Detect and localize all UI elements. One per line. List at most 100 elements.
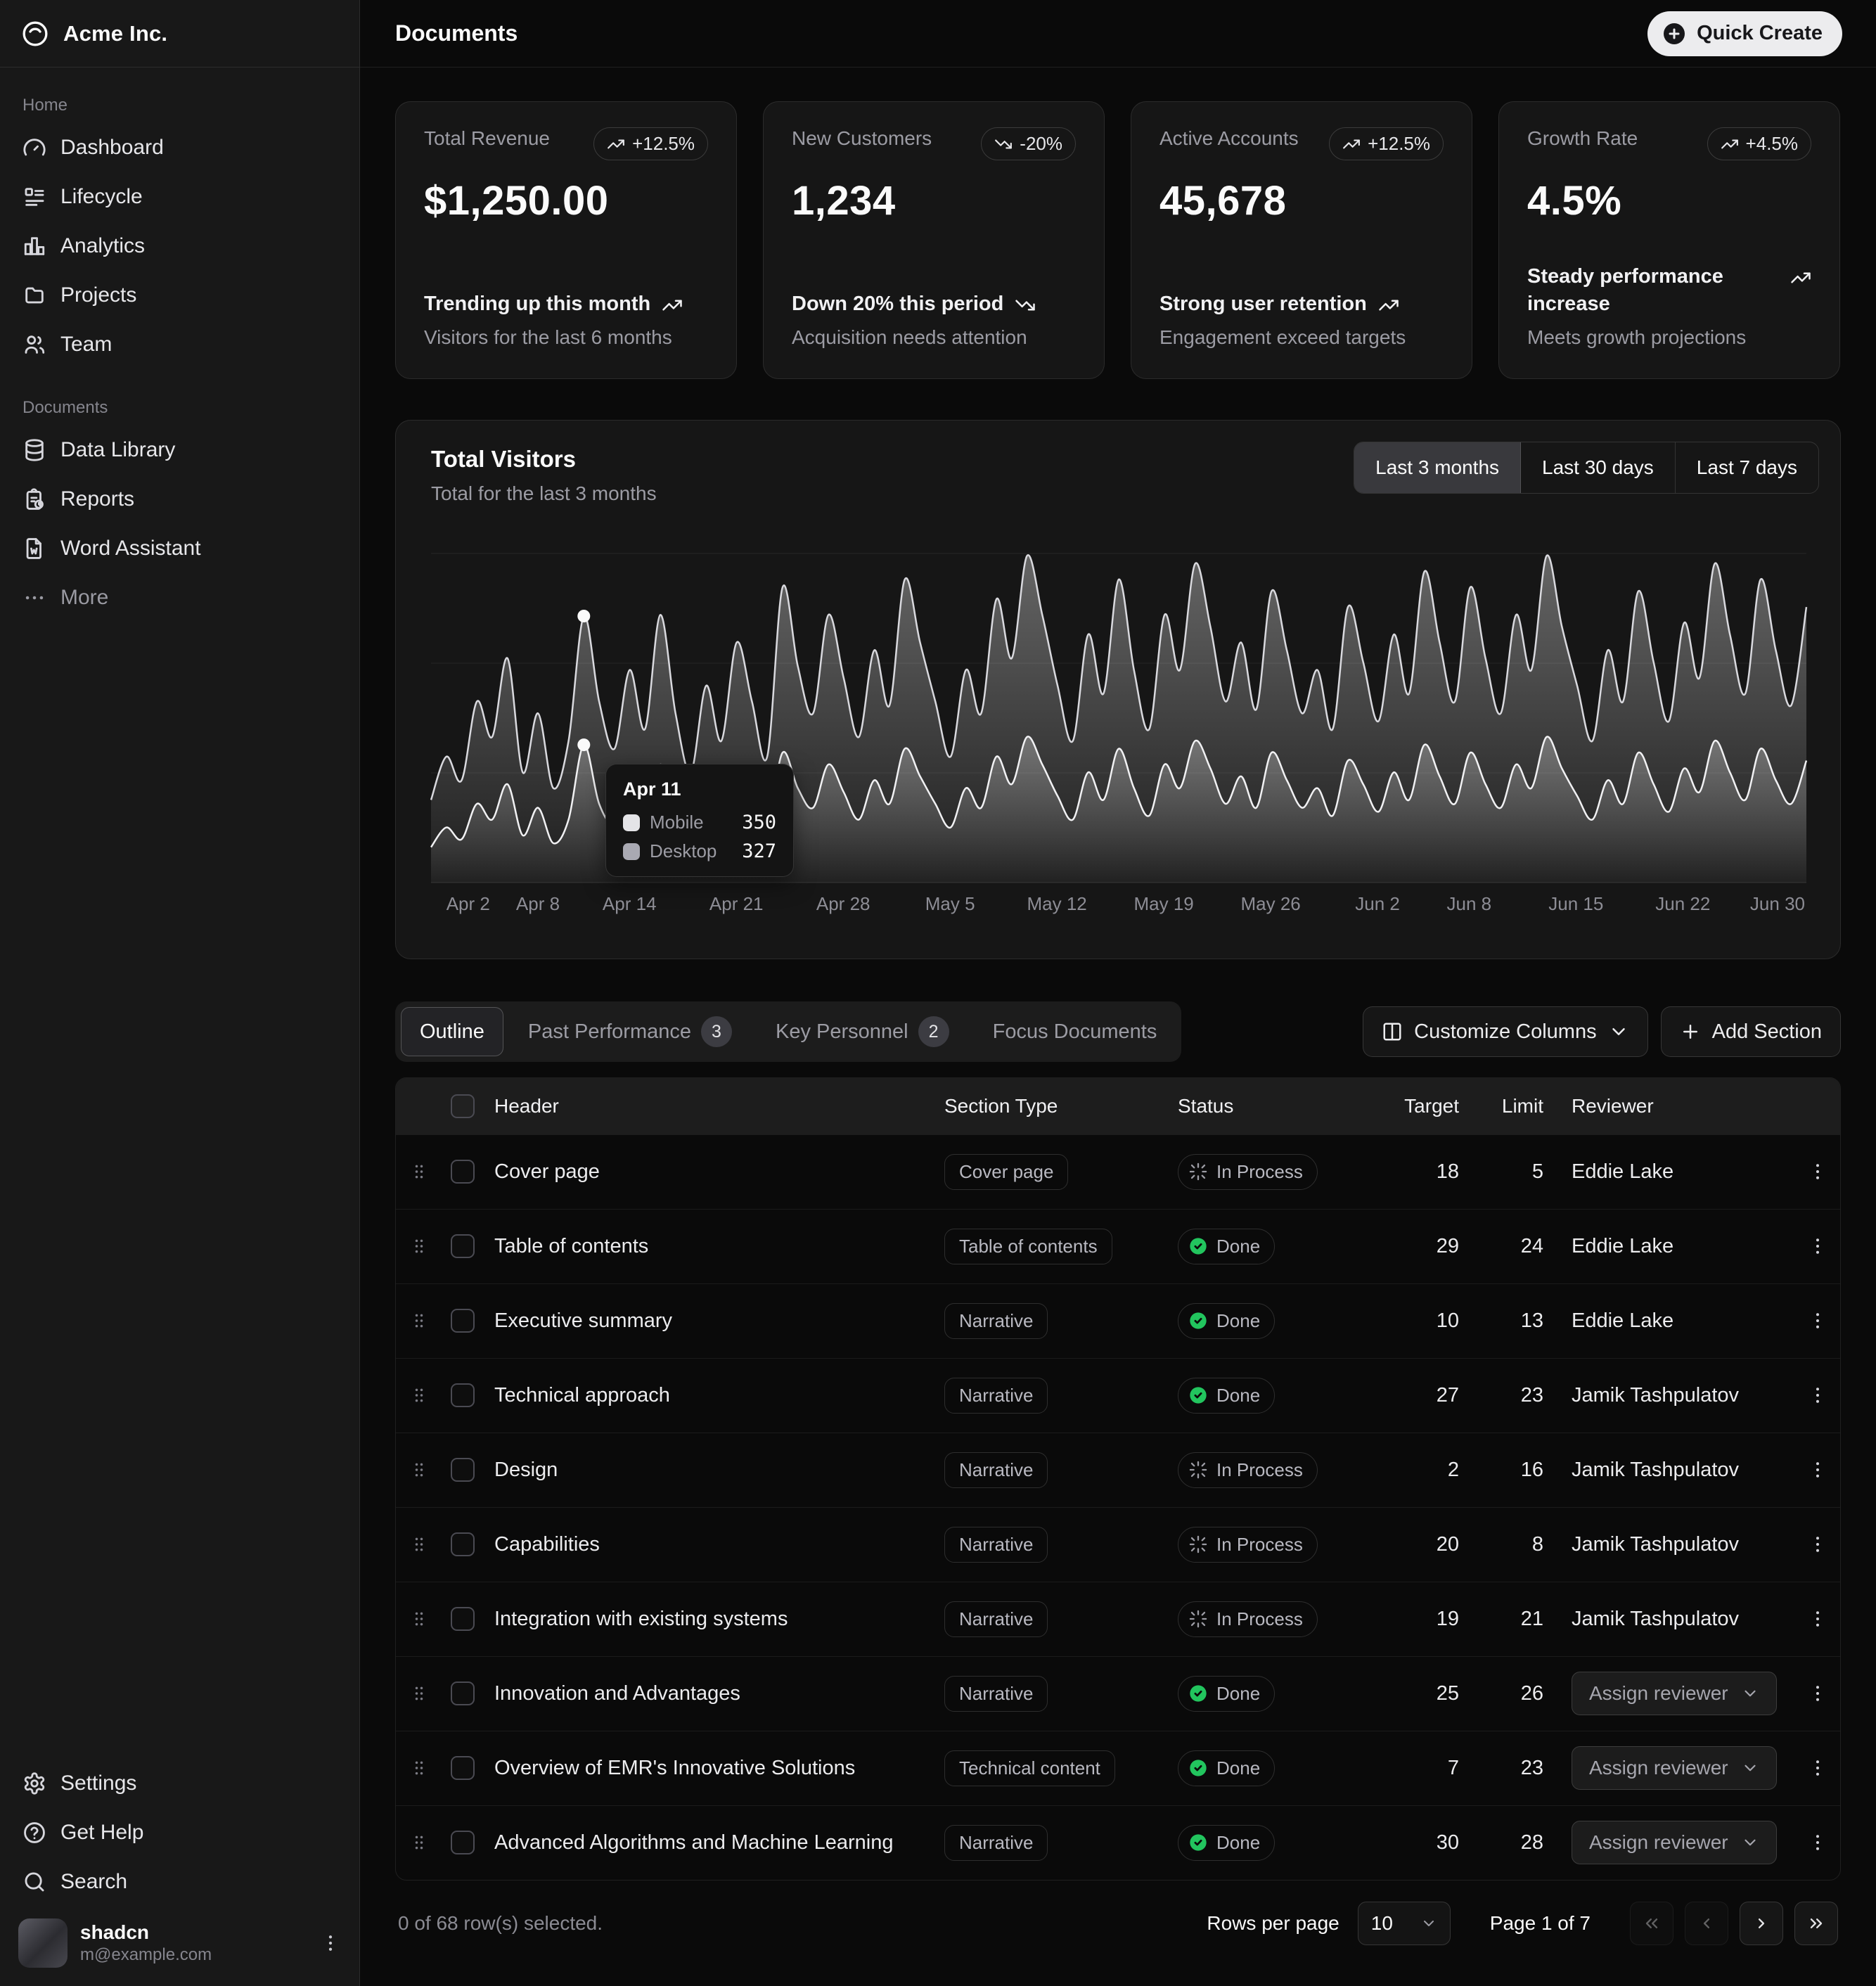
row-header[interactable]: Cover page xyxy=(486,1134,936,1209)
range-last-7-days[interactable]: Last 7 days xyxy=(1676,442,1818,493)
drag-handle-icon[interactable] xyxy=(409,1385,429,1405)
row-menu-icon[interactable] xyxy=(1807,1236,1828,1257)
drag-handle-icon[interactable] xyxy=(409,1311,429,1331)
row-menu-icon[interactable] xyxy=(1807,1683,1828,1704)
table-row[interactable]: Integration with existing systems Narrat… xyxy=(396,1582,1840,1656)
prev-page-button[interactable] xyxy=(1685,1902,1728,1945)
sidebar-item-dashboard[interactable]: Dashboard xyxy=(11,125,348,170)
limit-value[interactable]: 23 xyxy=(1479,1731,1563,1805)
row-menu-icon[interactable] xyxy=(1807,1310,1828,1331)
tab-outline[interactable]: Outline xyxy=(401,1007,503,1056)
area-chart[interactable]: Apr 11 Mobile 350 Desktop 327 xyxy=(431,540,1805,883)
assign-reviewer-select[interactable]: Assign reviewer xyxy=(1572,1672,1777,1715)
sidebar-item-analytics[interactable]: Analytics xyxy=(11,224,348,269)
limit-value[interactable]: 21 xyxy=(1479,1582,1563,1656)
table-row[interactable]: Innovation and Advantages Narrative Done… xyxy=(396,1656,1840,1731)
row-header[interactable]: Technical approach xyxy=(486,1358,936,1433)
target-value[interactable]: 10 xyxy=(1373,1283,1479,1358)
table-row[interactable]: Cover page Cover page In Process 18 5 Ed… xyxy=(396,1134,1840,1209)
drag-handle-icon[interactable] xyxy=(409,1758,429,1778)
tab-focus-documents[interactable]: Focus Documents xyxy=(974,1007,1176,1056)
target-value[interactable]: 25 xyxy=(1373,1656,1479,1731)
limit-value[interactable]: 24 xyxy=(1479,1209,1563,1283)
drag-handle-icon[interactable] xyxy=(409,1236,429,1256)
row-header[interactable]: Design xyxy=(486,1433,936,1507)
drag-handle-icon[interactable] xyxy=(409,1684,429,1703)
sidebar-item-projects[interactable]: Projects xyxy=(11,273,348,318)
row-checkbox[interactable] xyxy=(451,1756,475,1780)
row-menu-icon[interactable] xyxy=(1807,1832,1828,1853)
row-checkbox[interactable] xyxy=(451,1309,475,1333)
row-checkbox[interactable] xyxy=(451,1383,475,1407)
sidebar-item-search[interactable]: Search xyxy=(11,1859,348,1904)
sidebar-item-data-library[interactable]: Data Library xyxy=(11,428,348,473)
row-header[interactable]: Executive summary xyxy=(486,1283,936,1358)
limit-value[interactable]: 28 xyxy=(1479,1805,1563,1880)
sidebar-item-team[interactable]: Team xyxy=(11,322,348,367)
user-menu[interactable]: shadcn m@example.com xyxy=(11,1909,348,1973)
row-checkbox[interactable] xyxy=(451,1234,475,1258)
tab-past-performance[interactable]: Past Performance3 xyxy=(509,1007,751,1056)
row-menu-icon[interactable] xyxy=(1807,1385,1828,1406)
sidebar-item-more[interactable]: More xyxy=(11,575,348,620)
row-header[interactable]: Table of contents xyxy=(486,1209,936,1283)
drag-handle-icon[interactable] xyxy=(409,1535,429,1554)
target-value[interactable]: 27 xyxy=(1373,1358,1479,1433)
limit-value[interactable]: 16 xyxy=(1479,1433,1563,1507)
sidebar-item-word-assistant[interactable]: Word Assistant xyxy=(11,526,348,571)
tab-key-personnel[interactable]: Key Personnel2 xyxy=(757,1007,968,1056)
target-value[interactable]: 7 xyxy=(1373,1731,1479,1805)
row-checkbox[interactable] xyxy=(451,1831,475,1854)
row-menu-icon[interactable] xyxy=(1807,1459,1828,1480)
target-value[interactable]: 18 xyxy=(1373,1134,1479,1209)
target-value[interactable]: 2 xyxy=(1373,1433,1479,1507)
drag-handle-icon[interactable] xyxy=(409,1833,429,1852)
row-checkbox[interactable] xyxy=(451,1532,475,1556)
row-header[interactable]: Innovation and Advantages xyxy=(486,1656,936,1731)
add-section-button[interactable]: Add Section xyxy=(1661,1006,1841,1057)
table-row[interactable]: Technical approach Narrative Done 27 23 … xyxy=(396,1358,1840,1433)
row-header[interactable]: Integration with existing systems xyxy=(486,1582,936,1656)
row-checkbox[interactable] xyxy=(451,1681,475,1705)
drag-handle-icon[interactable] xyxy=(409,1460,429,1480)
sidebar-item-settings[interactable]: Settings xyxy=(11,1761,348,1806)
row-checkbox[interactable] xyxy=(451,1458,475,1482)
table-row[interactable]: Capabilities Narrative In Process 20 8 J… xyxy=(396,1507,1840,1582)
drag-handle-icon[interactable] xyxy=(409,1162,429,1181)
sidebar-item-reports[interactable]: Reports xyxy=(11,477,348,522)
quick-create-button[interactable]: Quick Create xyxy=(1647,11,1842,56)
rows-per-page-select[interactable]: 10 xyxy=(1358,1902,1451,1945)
range-last-30-days[interactable]: Last 30 days xyxy=(1521,442,1676,493)
sidebar-item-get-help[interactable]: Get Help xyxy=(11,1810,348,1855)
sidebar-item-lifecycle[interactable]: Lifecycle xyxy=(11,174,348,219)
next-page-button[interactable] xyxy=(1740,1902,1783,1945)
limit-value[interactable]: 13 xyxy=(1479,1283,1563,1358)
assign-reviewer-select[interactable]: Assign reviewer xyxy=(1572,1821,1777,1864)
last-page-button[interactable] xyxy=(1794,1902,1838,1945)
limit-value[interactable]: 8 xyxy=(1479,1507,1563,1582)
table-row[interactable]: Executive summary Narrative Done 10 13 E… xyxy=(396,1283,1840,1358)
limit-value[interactable]: 23 xyxy=(1479,1358,1563,1433)
range-last-3-months[interactable]: Last 3 months xyxy=(1354,442,1521,493)
org-switcher[interactable]: Acme Inc. xyxy=(0,0,359,68)
assign-reviewer-select[interactable]: Assign reviewer xyxy=(1572,1746,1777,1790)
target-value[interactable]: 20 xyxy=(1373,1507,1479,1582)
row-header[interactable]: Advanced Algorithms and Machine Learning xyxy=(486,1805,936,1880)
limit-value[interactable]: 26 xyxy=(1479,1656,1563,1731)
row-checkbox[interactable] xyxy=(451,1160,475,1184)
table-row[interactable]: Overview of EMR's Innovative Solutions T… xyxy=(396,1731,1840,1805)
row-header[interactable]: Capabilities xyxy=(486,1507,936,1582)
first-page-button[interactable] xyxy=(1630,1902,1673,1945)
row-menu-icon[interactable] xyxy=(1807,1608,1828,1629)
row-checkbox[interactable] xyxy=(451,1607,475,1631)
drag-handle-icon[interactable] xyxy=(409,1609,429,1629)
target-value[interactable]: 29 xyxy=(1373,1209,1479,1283)
table-row[interactable]: Design Narrative In Process 2 16 Jamik T… xyxy=(396,1433,1840,1507)
target-value[interactable]: 30 xyxy=(1373,1805,1479,1880)
customize-columns-button[interactable]: Customize Columns xyxy=(1363,1006,1647,1057)
table-row[interactable]: Table of contents Table of contents Done… xyxy=(396,1209,1840,1283)
target-value[interactable]: 19 xyxy=(1373,1582,1479,1656)
row-menu-icon[interactable] xyxy=(1807,1161,1828,1182)
row-menu-icon[interactable] xyxy=(1807,1757,1828,1779)
row-header[interactable]: Overview of EMR's Innovative Solutions xyxy=(486,1731,936,1805)
